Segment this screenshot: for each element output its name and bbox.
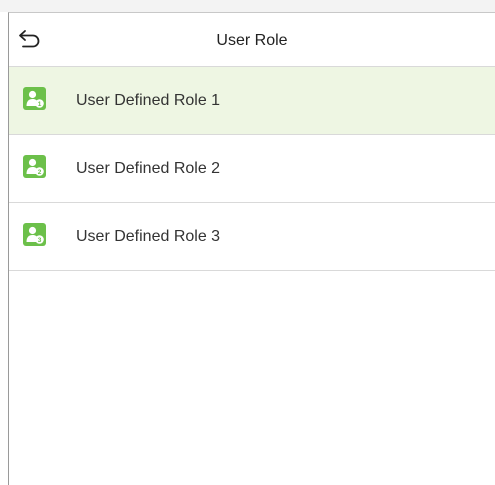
header-bar: User Role	[9, 13, 495, 67]
role-label: User Defined Role 3	[76, 228, 221, 245]
user-role-icon: 1	[23, 87, 46, 110]
back-arrow-icon	[19, 30, 40, 48]
back-button[interactable]	[15, 25, 45, 53]
list-item-role-2[interactable]: 2 User Defined Role 2	[9, 135, 495, 203]
page-title: User Role	[216, 32, 288, 49]
role-badge-number: 1	[38, 101, 42, 108]
role-badge-number: 2	[38, 169, 42, 176]
user-role-screen: User Role 1 User Defined Role 1 2 User D…	[8, 12, 495, 485]
role-label: User Defined Role 1	[76, 92, 221, 109]
user-role-icon: 3	[23, 223, 46, 246]
user-role-icon: 2	[23, 155, 46, 178]
list-item-role-3[interactable]: 3 User Defined Role 3	[9, 203, 495, 271]
role-badge-number: 3	[38, 237, 42, 244]
status-strip	[0, 0, 495, 12]
role-label: User Defined Role 2	[76, 160, 221, 177]
list-item-role-1[interactable]: 1 User Defined Role 1	[9, 67, 495, 135]
